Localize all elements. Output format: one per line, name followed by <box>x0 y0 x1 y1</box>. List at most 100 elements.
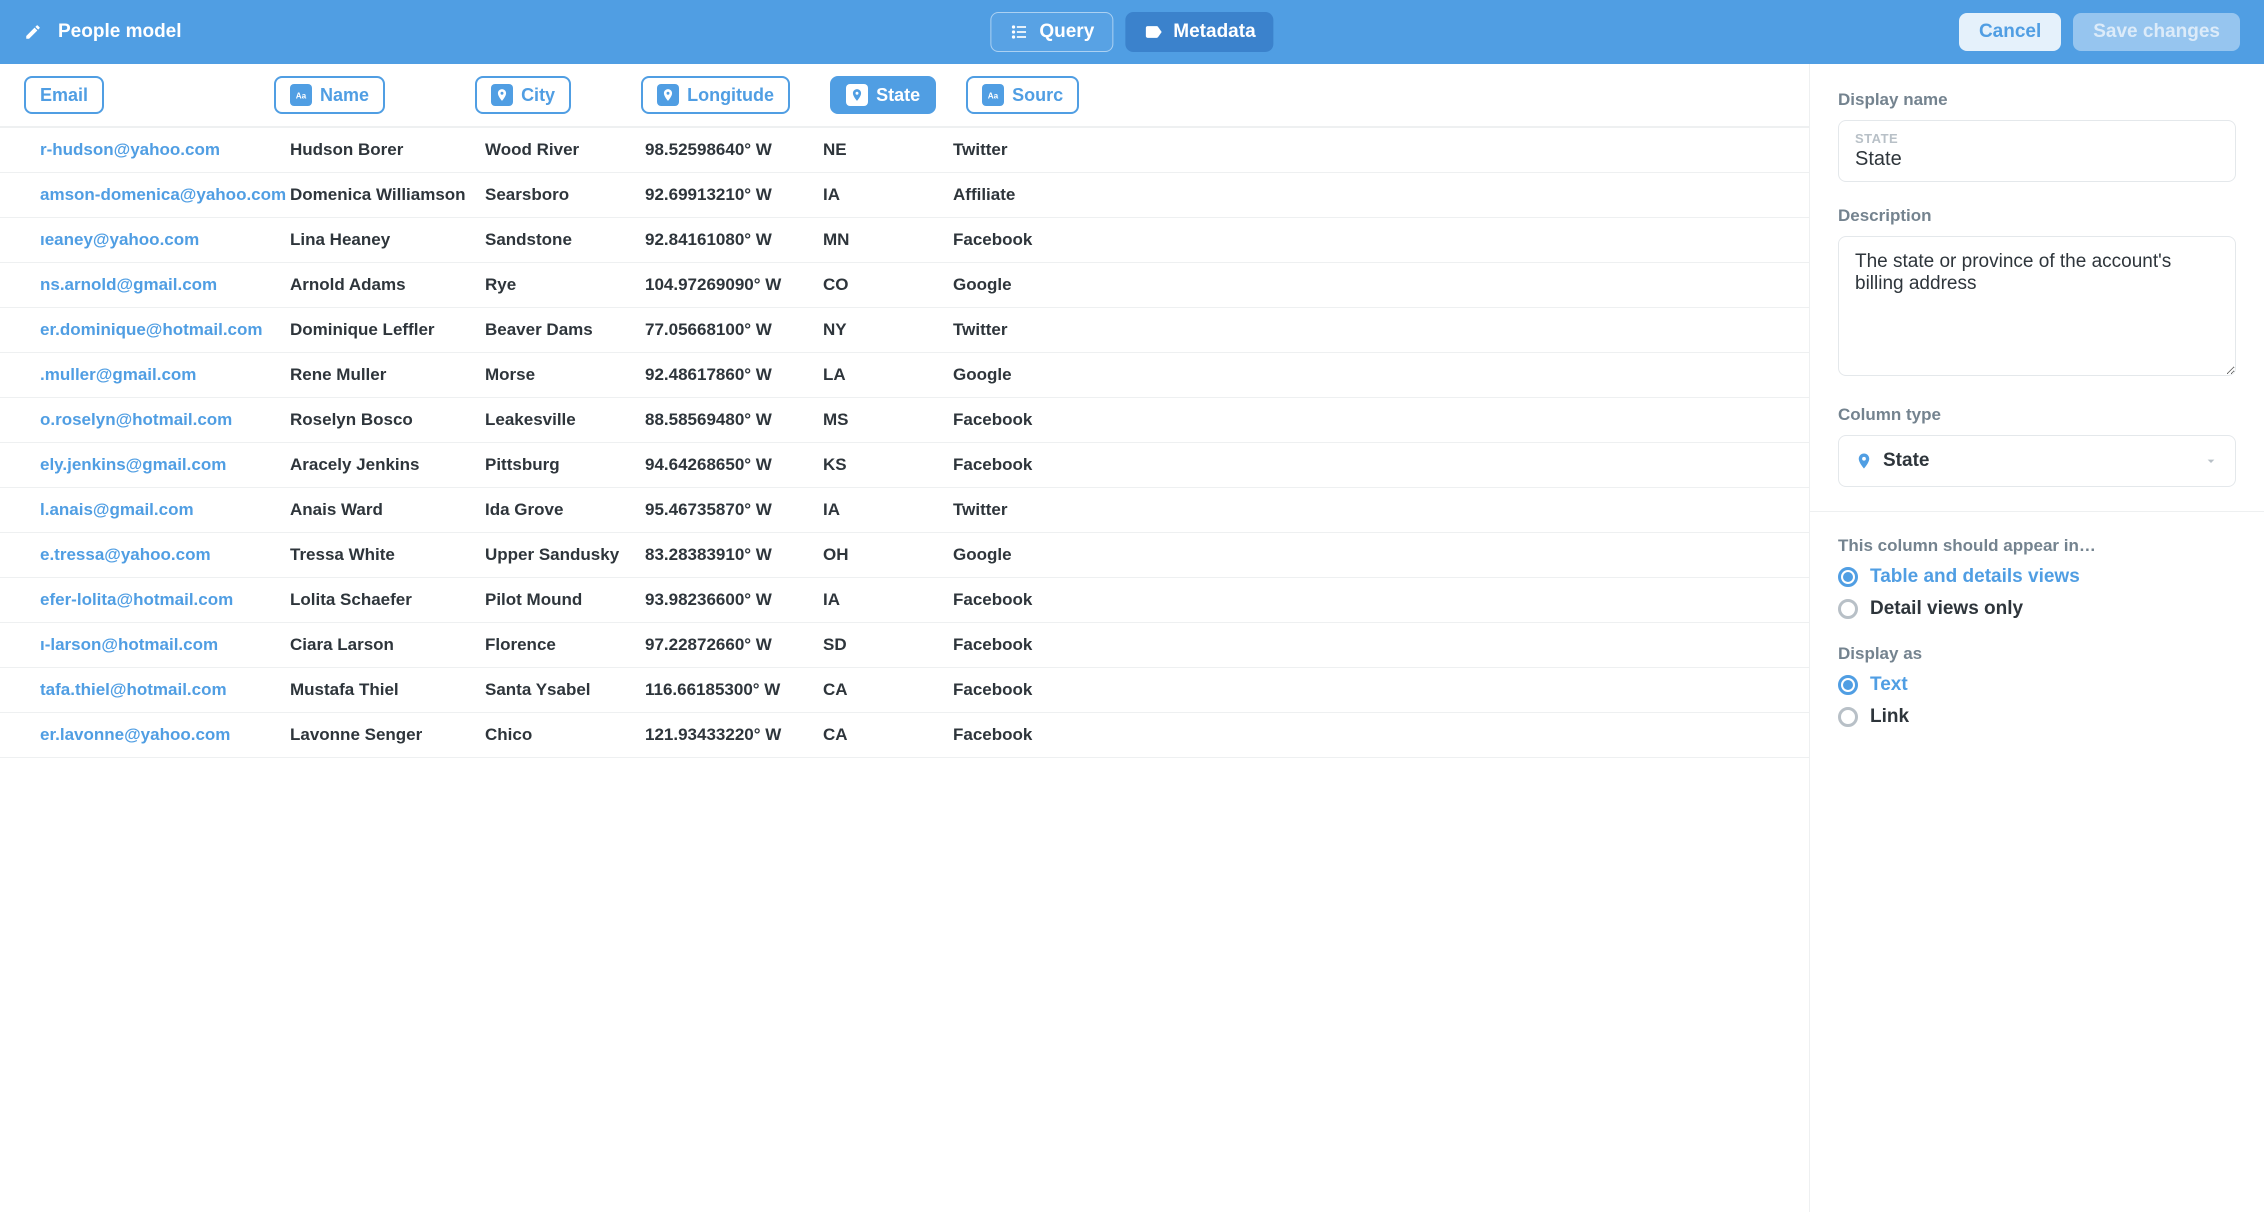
radio-table-and-details[interactable]: Table and details views <box>1838 566 2236 588</box>
column-header-email[interactable]: Email <box>24 76 104 114</box>
column-label: Name <box>320 85 369 106</box>
cell-email[interactable]: ely.jenkins@gmail.com <box>40 455 290 475</box>
table-row[interactable]: ely.jenkins@gmail.comAracely JenkinsPitt… <box>0 443 1809 488</box>
tab-query-label: Query <box>1039 21 1094 43</box>
cell-city: Upper Sandusky <box>485 545 645 565</box>
cell-source: Twitter <box>953 140 1073 160</box>
app-header: People model Query Metadata Cancel Save … <box>0 0 2264 64</box>
cancel-button[interactable]: Cancel <box>1959 13 2061 51</box>
cell-email[interactable]: ı-larson@hotmail.com <box>40 635 290 655</box>
column-header-longitude[interactable]: Longitude <box>641 76 790 114</box>
cell-city: Leakesville <box>485 410 645 430</box>
cell-email[interactable]: o.roselyn@hotmail.com <box>40 410 290 430</box>
display-as-label: Display as <box>1838 644 2236 664</box>
cell-city: Ida Grove <box>485 500 645 520</box>
save-button[interactable]: Save changes <box>2073 13 2240 51</box>
cell-state: IA <box>823 590 953 610</box>
cell-city: Pittsburg <box>485 455 645 475</box>
chevron-down-icon <box>2203 453 2219 469</box>
cell-state: CA <box>823 680 953 700</box>
cell-state: NE <box>823 140 953 160</box>
tab-query[interactable]: Query <box>990 12 1113 52</box>
cell-email[interactable]: er.lavonne@yahoo.com <box>40 725 290 745</box>
cell-source: Google <box>953 275 1073 295</box>
cell-longitude: 116.66185300° W <box>645 680 823 700</box>
cell-state: CO <box>823 275 953 295</box>
table-body: r-hudson@yahoo.comHudson BorerWood River… <box>0 128 1809 758</box>
table-row[interactable]: amson-domenica@yahoo.comDomenica William… <box>0 173 1809 218</box>
cell-longitude: 93.98236600° W <box>645 590 823 610</box>
display-name-input[interactable] <box>1855 148 2219 171</box>
radio-indicator <box>1838 707 1858 727</box>
radio-display-text[interactable]: Text <box>1838 674 2236 696</box>
table-row[interactable]: tafa.thiel@hotmail.comMustafa ThielSanta… <box>0 668 1809 713</box>
cell-source: Facebook <box>953 635 1073 655</box>
label-icon <box>1143 22 1163 42</box>
cell-city: Searsboro <box>485 185 645 205</box>
column-type-label: Column type <box>1838 405 2236 425</box>
cell-source: Facebook <box>953 455 1073 475</box>
column-header-source[interactable]: Aa Sourc <box>966 76 1079 114</box>
cell-source: Facebook <box>953 680 1073 700</box>
svg-text:Aa: Aa <box>296 92 307 101</box>
table-row[interactable]: ı-larson@hotmail.comCiara LarsonFlorence… <box>0 623 1809 668</box>
cell-state: IA <box>823 500 953 520</box>
table-row[interactable]: ıeaney@yahoo.comLina HeaneySandstone92.8… <box>0 218 1809 263</box>
cell-email[interactable]: l.anais@gmail.com <box>40 500 290 520</box>
cell-email[interactable]: er.dominique@hotmail.com <box>40 320 290 340</box>
column-header-name[interactable]: Aa Name <box>274 76 385 114</box>
table-row[interactable]: o.roselyn@hotmail.comRoselyn BoscoLeakes… <box>0 398 1809 443</box>
column-header-state[interactable]: State <box>830 76 936 114</box>
cell-source: Google <box>953 545 1073 565</box>
cell-name: Anais Ward <box>290 500 485 520</box>
header-tabs: Query Metadata <box>990 12 1273 52</box>
content-area: Email Aa Name City Longitude State Aa So… <box>0 64 2264 1212</box>
metadata-sidebar: Display name STATE Description Column ty… <box>1809 64 2264 1212</box>
table-row[interactable]: e.tressa@yahoo.comTressa WhiteUpper Sand… <box>0 533 1809 578</box>
cell-source: Facebook <box>953 725 1073 745</box>
cell-state: CA <box>823 725 953 745</box>
cell-city: Wood River <box>485 140 645 160</box>
cell-source: Facebook <box>953 230 1073 250</box>
display-name-field-wrapper[interactable]: STATE <box>1838 120 2236 182</box>
description-textarea[interactable] <box>1838 236 2236 376</box>
table-row[interactable]: l.anais@gmail.comAnais WardIda Grove95.4… <box>0 488 1809 533</box>
cell-name: Aracely Jenkins <box>290 455 485 475</box>
cell-city: Beaver Dams <box>485 320 645 340</box>
table-row[interactable]: r-hudson@yahoo.comHudson BorerWood River… <box>0 128 1809 173</box>
radio-display-link[interactable]: Link <box>1838 706 2236 728</box>
data-table: Email Aa Name City Longitude State Aa So… <box>0 64 1809 1212</box>
location-icon <box>846 84 868 106</box>
cell-longitude: 92.84161080° W <box>645 230 823 250</box>
cell-email[interactable]: tafa.thiel@hotmail.com <box>40 680 290 700</box>
cell-name: Mustafa Thiel <box>290 680 485 700</box>
cell-source: Twitter <box>953 500 1073 520</box>
cell-email[interactable]: efer-lolita@hotmail.com <box>40 590 290 610</box>
table-row[interactable]: er.lavonne@yahoo.comLavonne SengerChico1… <box>0 713 1809 758</box>
tab-metadata-label: Metadata <box>1173 21 1255 43</box>
column-header-city[interactable]: City <box>475 76 571 114</box>
radio-label: Table and details views <box>1870 566 2080 588</box>
cell-longitude: 88.58569480° W <box>645 410 823 430</box>
radio-label: Link <box>1870 706 1909 728</box>
column-type-select[interactable]: State <box>1838 435 2236 487</box>
cell-email[interactable]: ns.arnold@gmail.com <box>40 275 290 295</box>
tab-metadata[interactable]: Metadata <box>1125 12 1273 52</box>
display-name-caption: STATE <box>1855 131 2219 146</box>
cell-email[interactable]: ıeaney@yahoo.com <box>40 230 290 250</box>
table-row[interactable]: er.dominique@hotmail.comDominique Leffle… <box>0 308 1809 353</box>
cell-email[interactable]: r-hudson@yahoo.com <box>40 140 290 160</box>
table-row[interactable]: efer-lolita@hotmail.comLolita SchaeferPi… <box>0 578 1809 623</box>
text-type-icon: Aa <box>982 84 1004 106</box>
cell-name: Roselyn Bosco <box>290 410 485 430</box>
cell-email[interactable]: e.tressa@yahoo.com <box>40 545 290 565</box>
cell-email[interactable]: .muller@gmail.com <box>40 365 290 385</box>
appear-in-label: This column should appear in… <box>1838 536 2236 556</box>
cell-city: Santa Ysabel <box>485 680 645 700</box>
cell-email[interactable]: amson-domenica@yahoo.com <box>40 185 290 205</box>
table-row[interactable]: ns.arnold@gmail.comArnold AdamsRye104.97… <box>0 263 1809 308</box>
svg-text:Aa: Aa <box>988 92 999 101</box>
radio-detail-only[interactable]: Detail views only <box>1838 598 2236 620</box>
table-row[interactable]: .muller@gmail.comRene MullerMorse92.4861… <box>0 353 1809 398</box>
cell-city: Sandstone <box>485 230 645 250</box>
